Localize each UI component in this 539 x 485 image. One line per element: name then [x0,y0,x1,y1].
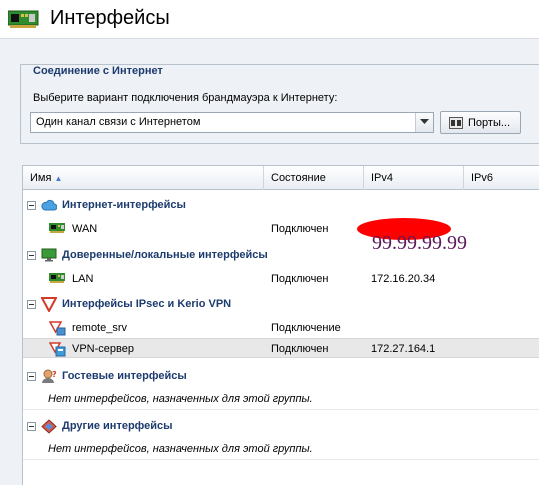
ports-icon [449,117,463,129]
collapse-toggle[interactable] [27,300,36,309]
column-header-state[interactable]: Состояние [264,166,364,190]
diamond-icon [41,419,57,434]
interface-state: Подключен [271,273,329,285]
group-row-guest[interactable]: ? Гостевые интерфейсы [23,366,539,386]
column-header-ipv6[interactable]: IPv6 [464,166,539,190]
column-header-name[interactable]: Имя ▲ [23,166,264,190]
title-bar: Интерфейсы [0,0,539,38]
group-name: Другие интерфейсы [62,420,173,432]
interface-ipv4: 172.16.20.34 [371,273,436,285]
network-card-icon [49,273,65,283]
interface-state: Подключение [271,322,341,334]
interface-name: WAN [72,223,98,235]
connection-type-value: Один канал связи с Интернетом [36,116,201,128]
ports-button[interactable]: Порты... [440,111,521,134]
dropdown-button[interactable] [415,113,433,132]
svg-text:?: ? [52,370,57,379]
vpn-server-icon [49,342,66,357]
collapse-toggle[interactable] [27,201,36,210]
interfaces-table: Имя ▲ Состояние IPv4 IPv6 Интернет-интерф… [22,165,539,485]
table-row-remote-srv[interactable]: remote_srv Подключение [23,318,539,338]
table-row-vpn-server[interactable]: VPN-сервер Подключен 172.27.164.1 [23,338,539,358]
connection-prompt: Выберите вариант подключения брандмауэра… [33,92,338,104]
shield-icon [41,297,57,312]
table-header: Имя ▲ Состояние IPv4 IPv6 [23,166,539,190]
sort-ascending-icon: ▲ [54,174,63,183]
group-row-internet[interactable]: Интернет-интерфейсы [23,195,539,215]
connection-type-select[interactable]: Один канал связи с Интернетом [30,112,434,133]
group-name: Доверенные/локальные интерфейсы [62,249,268,261]
monitor-icon [41,248,57,262]
empty-group-message: Нет интерфейсов, назначенных для этой гр… [23,388,539,410]
guest-icon: ? [42,369,57,383]
group-name: Интернет-интерфейсы [62,199,186,211]
collapse-toggle[interactable] [27,372,36,381]
group-name: Интерфейсы IPsec и Kerio VPN [62,298,232,310]
table-row-lan[interactable]: LAN Подключен 172.16.20.34 [23,269,539,289]
collapse-toggle[interactable] [27,251,36,260]
overlay-ip-text: 99.99.99.99 [372,232,467,254]
collapse-toggle[interactable] [27,422,36,431]
cloud-icon [41,199,57,211]
interface-name: VPN-сервер [72,343,134,355]
interface-ipv4: 172.27.164.1 [371,343,436,355]
interface-name: remote_srv [72,322,128,334]
group-name: Гостевые интерфейсы [62,370,187,382]
interface-state: Подключен [271,343,329,355]
group-legend: Соединение с Интернет [30,65,166,77]
interface-state: Подключен [271,223,329,235]
network-card-icon [49,223,65,233]
chevron-down-icon [420,119,429,124]
column-header-ipv4[interactable]: IPv4 [364,166,464,190]
page-title: Интерфейсы [50,7,170,29]
network-card-icon [8,10,39,28]
group-row-other[interactable]: Другие интерфейсы [23,416,539,436]
empty-group-message: Нет интерфейсов, назначенных для этой гр… [23,438,539,460]
vpn-tunnel-icon [49,321,66,336]
group-row-vpn[interactable]: Интерфейсы IPsec и Kerio VPN [23,294,539,314]
ports-button-label: Порты... [468,117,511,129]
interface-name: LAN [72,273,94,285]
